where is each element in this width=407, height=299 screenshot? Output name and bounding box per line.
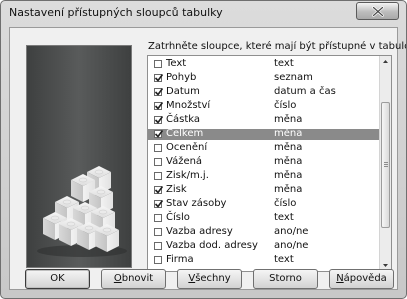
column-name: Částka [166,114,200,125]
column-type: číslo [274,100,297,111]
checkmark-icon [154,74,164,82]
column-name: Stav zásoby [166,198,227,209]
column-list-item[interactable]: Pohyb seznam [148,72,380,84]
column-name: Zisk/m.j. [166,170,209,181]
column-name: Text [166,58,187,69]
column-type: měna [274,142,303,153]
column-name: Množství [166,100,211,111]
column-type: ano/ne [274,226,309,237]
scroll-thumb[interactable] [381,102,390,228]
checkbox-unchecked[interactable] [154,144,162,152]
column-list-item[interactable]: Stav zásoby číslo [148,198,380,210]
column-type: text [274,212,294,223]
cubes-image [37,165,127,257]
checkbox-checked[interactable] [154,74,164,82]
column-list-item[interactable]: Vážená měna [148,156,380,168]
dialog-client-area: Zatrhněte sloupce, které mají být přístu… [9,27,406,290]
checkbox-unchecked[interactable] [154,60,162,68]
obnovit-accel: O [113,273,122,284]
checkmark-icon [154,102,164,110]
storno-button-label: Storno [269,273,302,284]
column-type: text [274,58,294,69]
obnovit-button-label: bnovit [121,273,154,284]
checkbox-checked[interactable] [154,88,164,96]
thumb-grip-line [384,164,388,165]
obnovit-button[interactable]: Obnovit [101,269,166,289]
napoveda-accel: N [336,273,344,284]
column-type: měna [274,128,303,139]
instruction-text: Zatrhněte sloupce, které mají být přístu… [148,41,407,52]
column-name: Vazba dod. adresy [166,240,258,251]
vsechny-button[interactable]: Všechny [177,269,242,289]
column-name: Pohyb [166,72,197,83]
column-list-item[interactable]: Vazba dod. adresy ano/ne [148,240,380,252]
cubes-illustration [26,45,132,268]
column-type: měna [274,114,303,125]
column-name: Vážená [166,156,203,167]
napoveda-button-label: ápověda [343,273,387,284]
column-type: měna [274,170,303,181]
column-list-item[interactable]: Zisk měna [148,184,380,196]
checkbox-unchecked[interactable] [154,242,162,250]
columns-list[interactable]: Text text Pohyb seznam Datum datum a čas Množs… [147,55,392,272]
checkmark-icon [154,88,164,96]
column-name: Ocenění [166,142,208,153]
napoveda-button[interactable]: Nápověda [329,269,394,289]
column-type: text [274,254,294,265]
thumb-grip-line [384,166,388,167]
column-type: ano/ne [274,240,309,251]
title-bar[interactable]: Nastavení přístupných sloupců tabulky [1,1,406,25]
checkmark-icon [154,116,164,124]
close-icon [372,6,384,17]
column-name: Celkem [166,128,204,139]
column-list-item[interactable]: Text text [148,58,380,70]
checkbox-unchecked[interactable] [154,228,162,236]
column-name: Datum [166,86,200,97]
vsechny-button-label: šechny [195,273,231,284]
column-type: datum a čas [274,86,336,97]
column-type: měna [274,156,303,167]
column-name: Číslo [166,212,190,223]
dialog-window: Nastavení přístupných sloupců tabulky Za… [0,0,407,299]
list-scrollbar[interactable] [379,56,391,271]
column-type: číslo [274,198,297,209]
checkbox-checked[interactable] [154,116,164,124]
checkmark-icon [154,186,164,194]
checkbox-checked[interactable] [154,186,164,194]
column-list-item[interactable]: Datum datum a čas [148,86,380,98]
arrow-up-icon [383,60,388,63]
column-list-item[interactable]: Množství číslo [148,100,380,112]
column-name: Firma [166,254,194,265]
checkbox-checked[interactable] [154,102,164,110]
checkbox-unchecked[interactable] [154,256,162,264]
column-type: měna [274,184,303,195]
window-title: Nastavení přístupných sloupců tabulky [9,6,223,19]
checkmark-icon [154,130,164,138]
checkmark-icon [154,200,164,208]
column-list-item[interactable]: Částka měna [148,114,380,126]
column-list-item[interactable]: Ocenění měna [148,142,380,154]
column-list-item[interactable]: Celkem měna [148,128,380,140]
storno-button[interactable]: Storno [253,269,318,289]
ok-button-label: OK [50,273,65,284]
checkbox-checked[interactable] [154,130,164,138]
checkbox-unchecked[interactable] [154,172,162,180]
scroll-up-button[interactable] [380,56,391,68]
close-button[interactable] [356,2,399,20]
column-list-item[interactable]: Zisk/m.j. měna [148,170,380,182]
column-name: Zisk [166,184,187,195]
checkbox-unchecked[interactable] [154,214,162,222]
column-list-item[interactable]: Vazba adresy ano/ne [148,226,380,238]
column-list-item[interactable]: Firma text [148,254,380,266]
column-name: Vazba adresy [166,226,233,237]
ok-button[interactable]: OK [25,269,90,289]
column-list-item[interactable]: Číslo text [148,212,380,224]
thumb-grip-line [384,162,388,163]
column-type: seznam [274,72,313,83]
checkbox-checked[interactable] [154,200,164,208]
checkbox-unchecked[interactable] [154,158,162,166]
